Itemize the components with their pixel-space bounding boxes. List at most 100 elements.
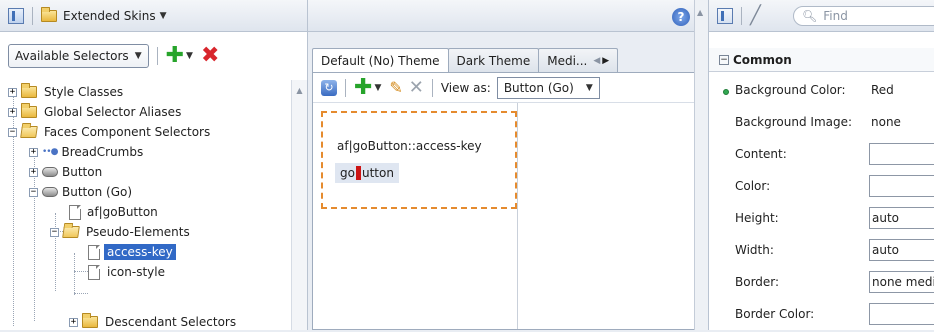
tree-connector: [74, 293, 88, 294]
property-label-text: Content:: [735, 147, 787, 161]
tree-item-faces-component-selectors[interactable]: − Faces Component Selectors: [8, 122, 210, 142]
preview-content: ↻ ✚ ▼ ✎ ✕ View as: Button (Go) ▼ af|goBu…: [312, 72, 702, 330]
property-label-text: Background Color:: [735, 83, 846, 97]
tree-item-style-classes[interactable]: + Style Classes: [8, 82, 123, 102]
view-as-label: View as:: [440, 80, 491, 95]
property-row: Background Image: none: [709, 110, 934, 134]
inspector-toolbar: ╱ 🔍︎ Find: [709, 0, 934, 32]
property-label: Width:: [709, 243, 869, 257]
property-row: Width: auto: [709, 238, 934, 262]
collapse-icon[interactable]: −: [50, 227, 59, 237]
property-label: Background Image:: [709, 115, 869, 129]
expand-icon[interactable]: +: [29, 167, 38, 177]
property-value-field[interactable]: auto: [869, 207, 934, 229]
extended-skins-title[interactable]: Extended Skins: [63, 9, 156, 23]
view-as-dropdown[interactable]: Button (Go) ▼: [496, 76, 600, 99]
tree-scrollbar[interactable]: ▲: [291, 80, 307, 330]
chevron-down-icon[interactable]: ▼: [186, 51, 193, 61]
property-value-field[interactable]: [869, 303, 934, 325]
preview-scrollbar[interactable]: ▲: [694, 0, 708, 330]
property-label-text: Color:: [735, 179, 771, 193]
tree-item-af-gobutton[interactable]: af|goButton: [69, 202, 158, 222]
property-label: Color:: [709, 179, 869, 193]
add-icon[interactable]: ✚: [166, 45, 184, 67]
chevron-down-icon: ▼: [134, 51, 142, 61]
collapse-icon[interactable]: −: [29, 187, 38, 197]
expand-icon[interactable]: +: [8, 87, 17, 97]
property-value-field[interactable]: [869, 175, 934, 197]
tree-item-label: icon-style: [107, 265, 165, 279]
property-label: Border Color:: [709, 307, 869, 321]
selectors-toolbar: Extended Skins ▼: [0, 0, 307, 32]
collapse-icon[interactable]: −: [719, 54, 729, 65]
property-label-text: Border:: [735, 275, 780, 289]
property-value-field[interactable]: auto: [869, 239, 934, 261]
breadcrumbs-icon: ••●: [42, 147, 59, 157]
tree-item-descendant-selectors[interactable]: + Descendant Selectors: [69, 312, 236, 332]
collapse-icon[interactable]: −: [8, 127, 17, 137]
scroll-up-icon[interactable]: ▲: [697, 8, 703, 17]
section-title: Common: [733, 52, 792, 67]
eraser-icon[interactable]: ✎: [389, 78, 402, 97]
preview-top-bar: ?: [308, 0, 708, 32]
open-folder-icon: [20, 126, 38, 138]
toolbar-separator: [345, 78, 346, 97]
tree-item-button-go[interactable]: − Button (Go): [29, 182, 132, 202]
add-icon[interactable]: ✚: [354, 76, 372, 98]
button-text-end: utton: [361, 166, 394, 180]
refresh-icon[interactable]: ↻: [321, 79, 337, 96]
property-inspector: ╱ 🔍︎ Find − Common Background Color: Red B…: [708, 0, 934, 330]
theme-tabs: Default (No) Theme Dark Theme Medi... ◀ …: [312, 48, 619, 73]
common-section-header[interactable]: − Common: [709, 48, 934, 72]
panel-toggle-icon[interactable]: [8, 7, 24, 24]
view-as-value: Button (Go): [503, 80, 574, 95]
tree-item-access-key[interactable]: access-key: [88, 242, 176, 262]
property-row: Border: none medi: [709, 270, 934, 294]
property-row: Content:: [709, 142, 934, 166]
delete-icon[interactable]: ✖: [201, 45, 219, 67]
tab-dark-theme[interactable]: Dark Theme: [447, 48, 540, 72]
selectors-panel: Extended Skins ▼ Available Selectors ▼ ✚…: [0, 0, 308, 330]
tree-item-label: Pseudo-Elements: [86, 225, 190, 239]
expand-icon[interactable]: +: [8, 107, 17, 117]
tab-label: Dark Theme: [456, 53, 531, 68]
tree-item-breadcrumbs[interactable]: + ••● BreadCrumbs: [29, 142, 143, 162]
tab-medium-theme[interactable]: Medi... ◀ ▶: [538, 48, 619, 72]
toolbar-separator: [32, 6, 33, 25]
tab-default-theme[interactable]: Default (No) Theme: [312, 48, 449, 73]
tree-item-button[interactable]: + Button: [29, 162, 102, 182]
tab-scroll-left-icon[interactable]: ◀: [593, 56, 600, 66]
property-label: Height:: [709, 211, 869, 225]
tab-scroll-right-icon[interactable]: ▶: [602, 56, 609, 66]
property-label-text: Background Image:: [735, 115, 853, 129]
help-icon[interactable]: ?: [672, 8, 690, 26]
property-label-text: Height:: [735, 211, 779, 225]
tree-item-global-selector-aliases[interactable]: + Global Selector Aliases: [8, 102, 181, 122]
expand-icon[interactable]: +: [69, 317, 78, 327]
tree-item-icon-style[interactable]: icon-style: [88, 262, 165, 282]
preview-go-button[interactable]: go utton: [335, 163, 399, 183]
property-label: Border:: [709, 275, 869, 289]
selector-preview: af|goButton::access-key go utton: [321, 111, 517, 209]
preview-toolbar: ↻ ✚ ▼ ✎ ✕ View as: Button (Go) ▼: [313, 73, 701, 103]
property-value-field[interactable]: [869, 143, 934, 165]
tree-item-pseudo-elements[interactable]: − Pseudo-Elements: [50, 222, 190, 242]
chevron-down-icon[interactable]: ▼: [374, 83, 381, 93]
available-selectors-label: Available Selectors: [15, 49, 129, 63]
toolbar-separator: [431, 78, 433, 97]
available-selectors-dropdown[interactable]: Available Selectors ▼: [8, 44, 149, 68]
find-placeholder: Find: [823, 9, 848, 23]
property-value-field[interactable]: none: [869, 111, 934, 133]
scroll-up-icon[interactable]: ▲: [294, 86, 305, 98]
pencil-icon[interactable]: ╱: [750, 5, 761, 26]
delete-icon[interactable]: ✕: [409, 77, 424, 98]
property-value-field[interactable]: Red: [869, 79, 934, 101]
expand-icon[interactable]: +: [29, 147, 38, 157]
tree-item-label: Global Selector Aliases: [44, 105, 182, 119]
property-value-field[interactable]: none medi: [869, 271, 934, 293]
layout-icon[interactable]: [717, 7, 733, 24]
chevron-down-icon[interactable]: ▼: [160, 11, 167, 21]
tree-item-label: access-key: [104, 244, 176, 260]
find-input[interactable]: 🔍︎ Find: [793, 6, 934, 26]
tab-label: Default (No) Theme: [321, 54, 440, 68]
